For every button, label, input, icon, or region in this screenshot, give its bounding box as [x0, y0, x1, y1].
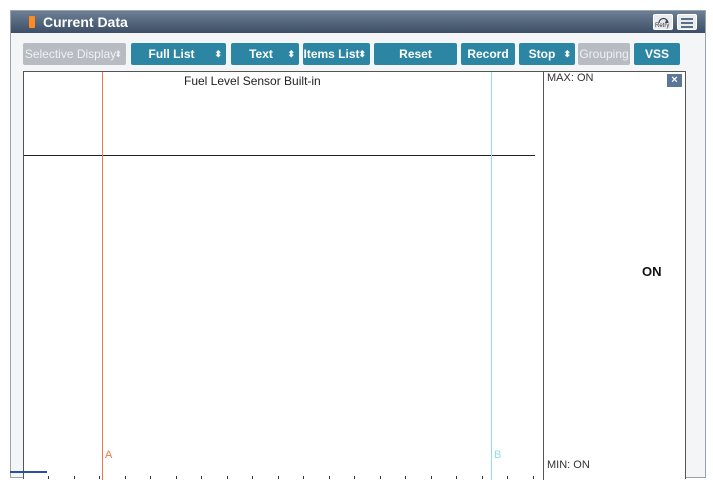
updown-icon: ⬍	[287, 49, 295, 59]
x-axis-tick	[278, 476, 279, 479]
cursor-b-label: B	[494, 449, 502, 461]
vss-button[interactable]: VSS	[634, 43, 680, 65]
menu-icon	[681, 18, 693, 20]
cursor-b-line[interactable]	[491, 72, 492, 480]
title-marker-icon	[29, 16, 35, 28]
x-axis-tick	[380, 476, 381, 479]
x-axis-tick	[201, 476, 202, 479]
x-axis-tick	[74, 476, 75, 479]
value-panel: MAX: ON × ON MIN: ON	[544, 72, 686, 480]
x-axis-tick	[533, 476, 534, 479]
x-axis	[24, 469, 544, 479]
min-value: MIN: ON	[547, 459, 590, 471]
x-axis-tick	[507, 476, 508, 479]
cursor-a-label: A	[105, 449, 113, 461]
retry-button[interactable]: Retry	[653, 14, 673, 30]
title-bar: Current Data Retry	[11, 11, 705, 33]
x-axis-tick	[303, 476, 304, 479]
stop-label: Stop	[528, 47, 556, 61]
grouping-button[interactable]: Grouping	[578, 43, 630, 65]
window-title: Current Data	[43, 14, 128, 30]
items-list-dropdown[interactable]: Items List ⬍	[303, 43, 370, 65]
x-axis-tick	[431, 476, 432, 479]
cursor-a-line[interactable]	[102, 72, 103, 480]
x-axis-tick	[456, 476, 457, 479]
updown-icon: ⬍	[114, 49, 122, 59]
current-data-window: Current Data Retry Selective Display ⬍ F…	[10, 10, 706, 480]
updown-icon: ⬍	[358, 49, 366, 59]
x-axis-tick	[329, 476, 330, 479]
grouping-label: Grouping	[579, 47, 629, 61]
updown-icon: ⬍	[214, 49, 222, 59]
x-axis-tick	[176, 476, 177, 479]
selective-display-label: Selective Display	[24, 47, 117, 61]
max-value: MAX: ON	[547, 72, 594, 84]
menu-button[interactable]	[677, 14, 697, 30]
text-dropdown[interactable]: Text ⬍	[231, 43, 299, 65]
x-axis-tick	[99, 476, 100, 479]
graph-panel: Fuel Level Sensor Built-in A B MAX: ON ×…	[23, 71, 686, 480]
x-axis-tick	[48, 476, 49, 479]
full-list-dropdown[interactable]: Full List ⬍	[131, 43, 226, 65]
retry-label: Retry	[655, 23, 670, 29]
selective-display-dropdown[interactable]: Selective Display ⬍	[23, 43, 126, 65]
full-list-label: Full List	[148, 47, 195, 61]
text-label: Text	[249, 47, 273, 61]
x-axis-tick	[125, 476, 126, 479]
close-icon[interactable]: ×	[667, 74, 682, 87]
x-axis-tick	[482, 476, 483, 479]
record-label: Record	[467, 47, 509, 61]
x-axis-tick	[150, 476, 151, 479]
graph-title: Fuel Level Sensor Built-in	[184, 74, 321, 88]
current-value: ON	[642, 264, 662, 279]
x-axis-tick	[227, 476, 228, 479]
signal-line	[24, 155, 535, 156]
corner-mark	[10, 471, 47, 473]
items-list-label: Items List	[303, 47, 360, 61]
x-axis-tick	[354, 476, 355, 479]
x-axis-tick	[405, 476, 406, 479]
updown-icon: ⬍	[563, 49, 571, 59]
record-button[interactable]: Record	[461, 43, 515, 65]
reset-min-max-button[interactable]: Reset Min.Max	[374, 43, 457, 83]
vss-label: VSS	[644, 47, 669, 61]
x-axis-tick	[252, 476, 253, 479]
stop-dropdown[interactable]: Stop ⬍	[519, 43, 575, 65]
